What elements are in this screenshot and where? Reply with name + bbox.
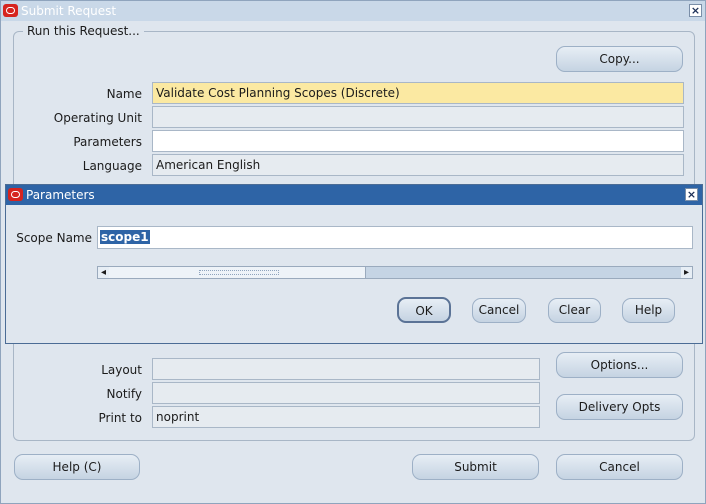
parameters-title: Parameters — [26, 188, 95, 202]
scope-name-field[interactable]: scope1 — [97, 226, 693, 249]
delivery-opts-button[interactable]: Delivery Opts — [556, 394, 683, 420]
name-label: Name — [106, 87, 142, 101]
print-to-label: Print to — [98, 411, 142, 425]
parameters-field[interactable] — [152, 130, 684, 152]
help-button[interactable]: Help (C) — [14, 454, 140, 480]
copy-button[interactable]: Copy... — [556, 46, 683, 72]
window-close-icon[interactable]: × — [689, 4, 702, 17]
name-field[interactable]: Validate Cost Planning Scopes (Discrete) — [152, 82, 684, 104]
window-title: Submit Request — [21, 4, 117, 18]
ok-button[interactable]: OK — [397, 297, 451, 323]
operating-unit-field[interactable] — [152, 106, 684, 128]
window-title-bar[interactable]: Submit Request × — [1, 1, 705, 21]
parameters-help-button[interactable]: Help — [622, 298, 675, 323]
layout-label: Layout — [101, 363, 142, 377]
layout-field[interactable] — [152, 358, 540, 380]
language-label: Language — [82, 159, 142, 173]
scroll-left-icon[interactable]: ◂ — [98, 267, 109, 278]
notify-field[interactable] — [152, 382, 540, 404]
horizontal-scrollbar[interactable]: ◂ ▸ — [97, 266, 693, 279]
oracle-logo-icon — [8, 188, 23, 201]
parameters-cancel-button[interactable]: Cancel — [472, 298, 526, 323]
scroll-grip — [199, 270, 279, 275]
language-field[interactable]: American English — [152, 154, 684, 176]
scope-name-label: Scope Name — [16, 231, 92, 245]
cancel-button[interactable]: Cancel — [556, 454, 683, 480]
notify-label: Notify — [106, 387, 142, 401]
parameters-close-icon[interactable]: × — [685, 188, 698, 201]
scroll-right-icon[interactable]: ▸ — [681, 267, 692, 278]
parameters-title-bar[interactable]: Parameters × — [6, 185, 702, 205]
oracle-logo-icon — [3, 4, 18, 17]
print-to-field[interactable]: noprint — [152, 406, 540, 428]
run-request-legend: Run this Request... — [23, 24, 144, 38]
parameters-dialog: Parameters × Scope Name scope1 ◂ ▸ OK Ca… — [5, 184, 703, 344]
scroll-thumb[interactable] — [109, 267, 366, 278]
clear-button[interactable]: Clear — [548, 298, 601, 323]
parameters-label: Parameters — [73, 135, 142, 149]
scope-name-value: scope1 — [100, 230, 150, 244]
options-button[interactable]: Options... — [556, 352, 683, 378]
submit-button[interactable]: Submit — [412, 454, 539, 480]
operating-unit-label: Operating Unit — [53, 111, 142, 125]
